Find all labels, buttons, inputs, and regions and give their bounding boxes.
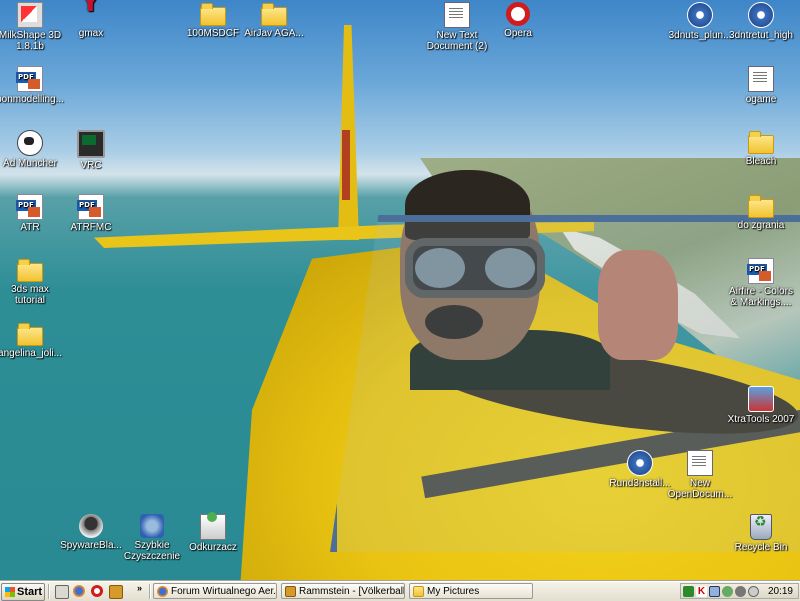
volume-icon[interactable] (735, 586, 746, 597)
text-document-icon (748, 66, 774, 92)
media-file-icon (627, 450, 653, 476)
taskbar-button-label: Forum Wirtualnego Aer... (171, 586, 277, 597)
winamp-icon[interactable] (683, 586, 694, 597)
media-player-icon[interactable] (109, 585, 123, 599)
desktop-icon-label: ATR (20, 222, 40, 233)
vrc-icon (77, 130, 105, 158)
security-icon[interactable] (722, 586, 733, 597)
taskbar-separator (149, 584, 150, 599)
desktop-icon-label: VRC (80, 160, 102, 171)
desktop-icon-angelina[interactable]: angelina_joli... (0, 322, 68, 359)
desktop-icon-label: ATRFMC (70, 222, 112, 233)
opera-icon (506, 2, 530, 26)
desktop-icon-label: Airfire - Colors & Markings.... (729, 286, 793, 308)
opera-icon[interactable] (91, 585, 103, 597)
desktop-icon-airfire[interactable]: Airfire - Colors & Markings.... (723, 258, 799, 308)
start-button[interactable]: Start (1, 583, 45, 601)
speaker-icon[interactable] (748, 586, 759, 597)
milkshape-icon (17, 2, 43, 28)
desktop-icon-label: 3ds max tutorial (11, 284, 49, 306)
desktop-icon-label: bonmodelling... (0, 94, 64, 105)
desktop-icon-label: 100MSDCF (186, 28, 240, 39)
recycle-bin-icon (750, 514, 772, 540)
desktop-icon-label: Szybkie Czyszczenie (123, 540, 181, 562)
desktop-icon-xtratools[interactable]: XtraTools 2007 (723, 386, 799, 425)
desktop-icon-label: Odkurzacz (189, 542, 237, 553)
media-file-icon (748, 2, 774, 28)
desktop-icon-label: ogame (745, 94, 777, 105)
desktop-icon-label: 3dnuts_plun... (668, 30, 732, 41)
taskbar-separator (48, 584, 49, 599)
desktop-icon-do-zgrania[interactable]: do zgrania (723, 194, 799, 231)
desktop-icon-label: XtraTools 2007 (727, 414, 795, 425)
folder-icon (17, 259, 43, 282)
quick-launch-overflow-chevron[interactable]: » (137, 583, 142, 593)
taskbar-button-label: Rammstein - [Völkerball ... (299, 586, 405, 597)
desktop-icon-label: New OpenDocum... (667, 478, 733, 500)
cleanup-icon (140, 514, 164, 538)
desktop-icon-recycle-bin[interactable]: Recycle Bin (723, 514, 799, 553)
spyware-icon (79, 514, 103, 538)
desktop-icon-label: 3dntretut_high (729, 30, 793, 41)
desktop-icon-label: AirJav AGA... (244, 28, 304, 39)
pdf-icon (747, 258, 774, 284)
desktop-icon-label: SpywareBla... (60, 540, 122, 551)
windows-logo-icon (5, 587, 15, 597)
pdf-icon (16, 66, 43, 92)
desktop-icon-gmax[interactable]: gmax (53, 0, 129, 39)
firefox-icon (157, 586, 168, 597)
folder-icon (200, 3, 226, 26)
vacuum-icon (200, 512, 226, 540)
taskbar-button-label: My Pictures (427, 586, 480, 597)
cow-icon (17, 130, 43, 156)
wallpaper-plane-tail (338, 25, 359, 240)
folder-icon (261, 3, 287, 26)
desktop-icon-label: Recycle Bin (734, 542, 788, 553)
desktop-icon-label: MilkShape 3D 1.8.1b (0, 30, 62, 52)
folder-icon (17, 323, 43, 346)
desktop-icon-vrc[interactable]: VRC (53, 130, 129, 171)
taskbar-button-my-pictures[interactable]: My Pictures (409, 583, 533, 599)
wallpaper-tail-stripe (342, 130, 350, 200)
media-file-icon (687, 2, 713, 28)
desktop-icon-label: Opera (504, 28, 532, 39)
desktop-icon-label: New Text Document (2) (426, 30, 488, 52)
desktop-icon-3ds-max-tutorial[interactable]: 3ds max tutorial (0, 258, 68, 306)
media-player-icon (285, 586, 296, 597)
system-tray: K 20:19 (680, 583, 799, 599)
start-label: Start (17, 586, 43, 598)
desktop-icon-bleach[interactable]: Bleach (723, 130, 799, 167)
desktop-icon-label: angelina_joli... (0, 348, 62, 359)
desktop-icon-label: Ad Muncher (3, 158, 57, 169)
desktop-icon-3dntretut[interactable]: 3dntretut_high (723, 2, 799, 41)
xtratools-icon (748, 386, 774, 412)
desktop-icon-label: Bleach (745, 156, 777, 167)
desktop-icon-atrfmc[interactable]: ATRFMC (53, 194, 129, 233)
pdf-icon (16, 194, 43, 220)
gmax-icon (79, 0, 103, 26)
folder-icon (413, 586, 424, 597)
desktop-icon-odkurzacz[interactable]: Odkurzacz (175, 512, 251, 553)
folder-icon (748, 131, 774, 154)
text-document-icon (687, 450, 713, 476)
folder-icon (748, 195, 774, 218)
pdf-icon (77, 194, 104, 220)
desktop-icon-ogame[interactable]: ogame (723, 66, 799, 105)
taskbar-button-rammstein[interactable]: Rammstein - [Völkerball ... (281, 583, 405, 599)
desktop-icon-label: gmax (78, 28, 104, 39)
desktop-icon-airjav[interactable]: AirJav AGA... (236, 2, 312, 39)
firefox-icon[interactable] (73, 585, 85, 597)
network-icon[interactable] (709, 586, 720, 597)
kaspersky-icon[interactable]: K (696, 586, 707, 597)
desktop-icon-new-opendocument[interactable]: New OpenDocum... (662, 450, 738, 500)
text-document-icon (444, 2, 470, 28)
taskbar: Start » Forum Wirtualnego Aer... Rammste… (0, 581, 800, 601)
desktop-icon-label: do zgrania (737, 220, 785, 231)
taskbar-button-forum[interactable]: Forum Wirtualnego Aer... (153, 583, 277, 599)
show-desktop-icon[interactable] (55, 585, 69, 599)
desktop-icon-bonmodelling[interactable]: bonmodelling... (0, 66, 68, 105)
desktop-icon-opera[interactable]: Opera (480, 2, 556, 39)
clock[interactable]: 20:19 (768, 584, 793, 599)
